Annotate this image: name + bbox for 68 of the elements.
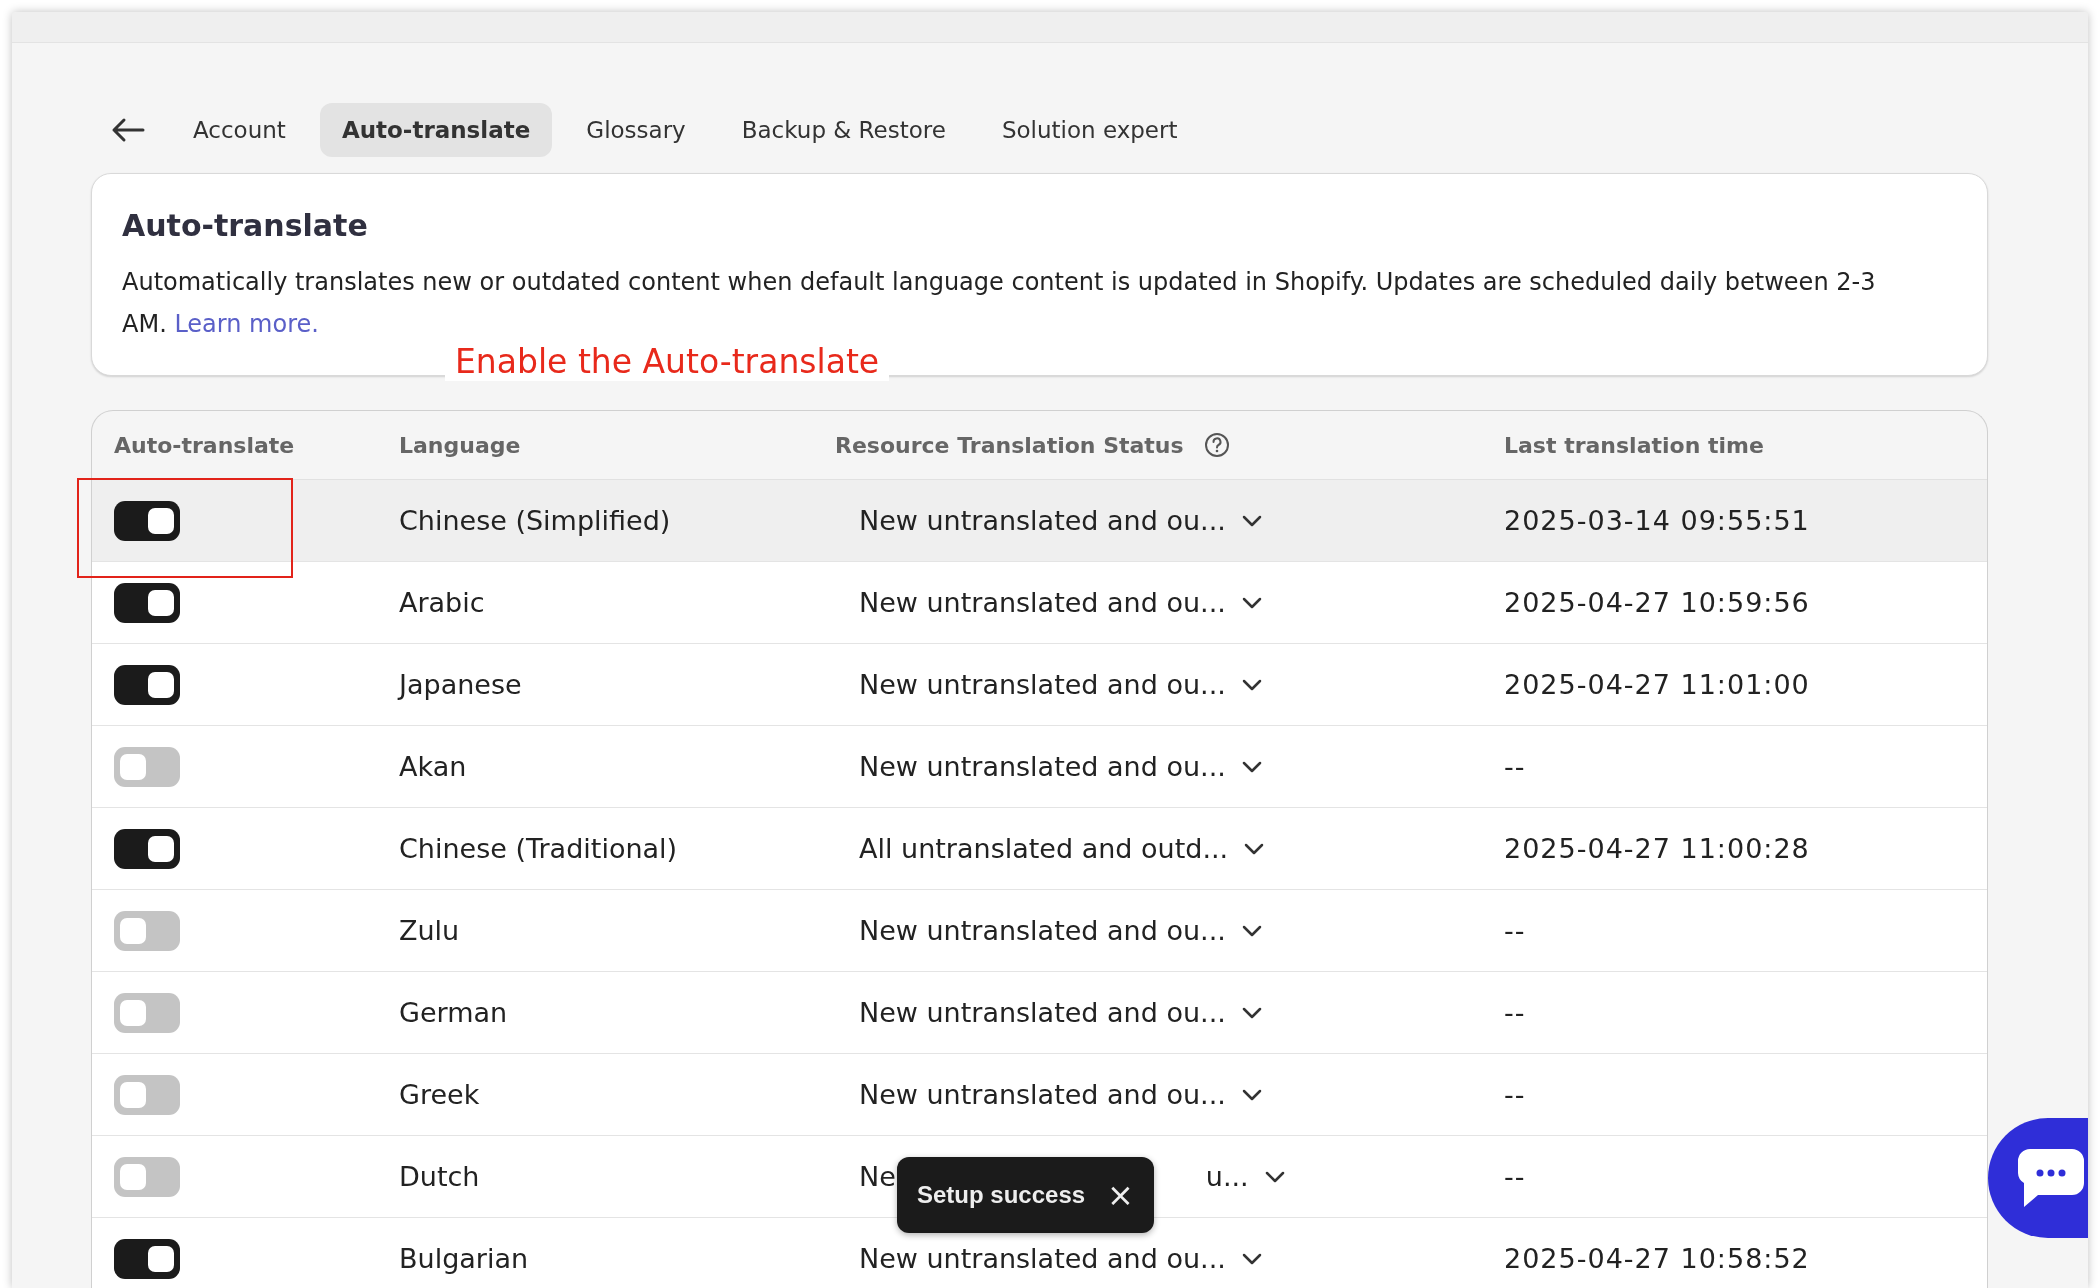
column-header: Auto-translate <box>114 432 295 458</box>
nav-tab[interactable]: Account <box>171 103 308 157</box>
time-cell: 2025-04-27 10:59:56 <box>1504 587 1810 618</box>
auto-translate-toggle[interactable] <box>114 1156 180 1197</box>
language-cell: Greek <box>399 1079 480 1110</box>
nav-tab[interactable]: Solution expert <box>979 103 1200 157</box>
column-header: Language <box>399 432 521 458</box>
close-button[interactable]: × <box>1107 1179 1134 1211</box>
status-dropdown[interactable]: New untranslated and ou... <box>835 751 1504 782</box>
column-header: Last translation time <box>1504 432 1764 458</box>
chevron-down-icon <box>1241 514 1262 527</box>
time-cell: 2025-04-27 11:00:28 <box>1504 833 1810 864</box>
learn-more-link[interactable]: Learn more. <box>174 310 319 338</box>
language-cell: Bulgarian <box>399 1243 529 1274</box>
language-cell: Arabic <box>399 587 485 618</box>
status-dropdown[interactable]: New untranslated and ou... <box>835 587 1504 618</box>
nav-tab[interactable]: Auto-translate <box>319 103 553 157</box>
column-header: Resource Translation Status <box>835 432 1184 458</box>
help-icon[interactable] <box>1203 432 1230 458</box>
status-dropdown[interactable]: New untranslated and ou... <box>835 997 1504 1028</box>
time-cell: -- <box>1504 1079 1526 1110</box>
chevron-down-icon <box>1241 678 1262 691</box>
auto-translate-toggle[interactable] <box>114 582 180 623</box>
status-dropdown[interactable]: New untranslated and ou... <box>835 1243 1504 1274</box>
language-cell: Chinese (Simplified) <box>399 505 671 536</box>
auto-translate-toggle[interactable] <box>114 828 180 869</box>
time-cell: 2025-04-27 10:58:52 <box>1504 1243 1810 1274</box>
back-button[interactable] <box>111 117 145 143</box>
language-cell: Dutch <box>399 1161 480 1192</box>
language-cell: Zulu <box>399 915 460 946</box>
back-arrow-icon <box>111 117 145 143</box>
status-dropdown[interactable]: New untranslated and ou... <box>835 915 1504 946</box>
time-cell: -- <box>1504 1161 1526 1192</box>
nav-tab[interactable]: Backup & Restore <box>719 103 968 157</box>
chevron-down-icon <box>1241 1088 1262 1101</box>
status-dropdown[interactable]: New untranslated and ou... <box>835 505 1504 536</box>
chat-button[interactable] <box>1988 1118 2088 1238</box>
chevron-down-icon <box>1241 596 1262 609</box>
language-cell: Chinese (Traditional) <box>399 833 678 864</box>
auto-translate-toggle[interactable] <box>114 910 180 951</box>
auto-translate-toggle[interactable] <box>114 500 180 541</box>
chevron-down-icon <box>1264 1170 1285 1183</box>
auto-translate-toggle[interactable] <box>114 746 180 787</box>
chat-bubble-icon <box>2016 1147 2086 1209</box>
language-cell: German <box>399 997 508 1028</box>
time-cell: -- <box>1504 915 1526 946</box>
status-dropdown[interactable]: All untranslated and outd... <box>835 833 1504 864</box>
card-description: Automatically translates new or outdated content when default language content is updated in Shopify. Updates are scheduled daily between 2-3 AM. Learn more. <box>122 267 1877 340</box>
time-cell: -- <box>1504 751 1526 782</box>
auto-translate-toggle[interactable] <box>114 1238 180 1279</box>
status-dropdown[interactable]: New untranslated and ou... <box>835 1079 1504 1110</box>
card-title: Auto-translate <box>122 208 369 243</box>
toast-message: Setup success <box>917 1181 1086 1209</box>
language-cell: Akan <box>399 751 467 782</box>
auto-translate-toggle[interactable] <box>114 664 180 705</box>
chevron-down-icon <box>1241 1252 1262 1265</box>
time-cell: -- <box>1504 997 1526 1028</box>
language-cell: Japanese <box>399 669 522 700</box>
nav-tab[interactable]: Glossary <box>564 103 708 157</box>
auto-translate-toggle[interactable] <box>114 1074 180 1115</box>
chevron-down-icon <box>1241 1006 1262 1019</box>
chevron-down-icon <box>1244 842 1265 855</box>
time-cell: 2025-03-14 09:55:51 <box>1504 505 1810 536</box>
chevron-down-icon <box>1241 924 1262 937</box>
time-cell: 2025-04-27 11:01:00 <box>1504 669 1810 700</box>
auto-translate-toggle[interactable] <box>114 992 180 1033</box>
status-dropdown[interactable]: New untranslated and ou... <box>835 669 1504 700</box>
chevron-down-icon <box>1241 760 1262 773</box>
